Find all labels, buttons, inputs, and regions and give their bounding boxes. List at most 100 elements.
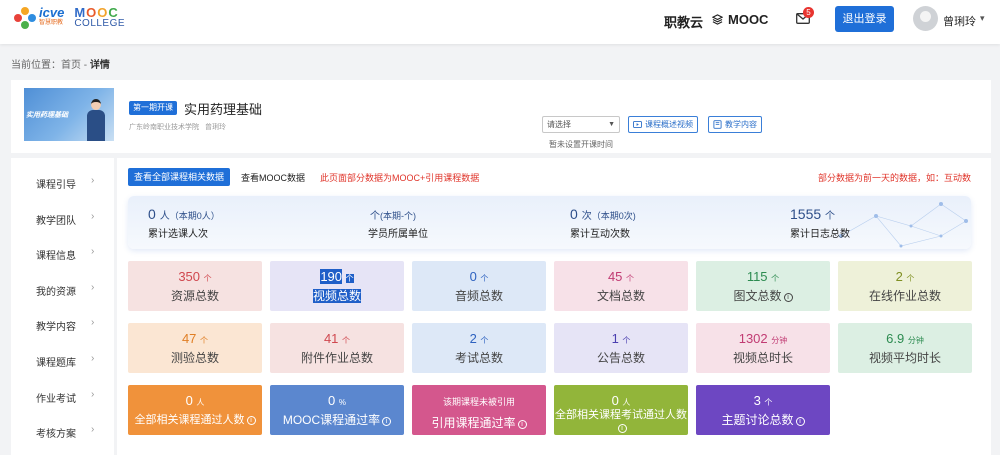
- stat-value: 190: [320, 269, 343, 284]
- nav-mooc[interactable]: MOOC: [712, 12, 768, 27]
- stat-tile[interactable]: 1302 分钟 视频总时长: [696, 323, 830, 373]
- stat-value: 0: [611, 393, 619, 408]
- stat-label-line: 音频总数: [412, 287, 546, 304]
- course-time-status: 暂未设置开课时间: [549, 140, 613, 149]
- data-source-note: 此页面部分数据为MOOC+引用课程数据: [320, 173, 480, 183]
- stat-tile[interactable]: 350 个资源总数: [128, 261, 262, 311]
- stat-tile[interactable]: 2 个考试总数: [412, 323, 546, 373]
- logo-college-text: COLLEGE: [74, 18, 126, 29]
- stat-label: 公告总数: [596, 351, 645, 365]
- sidebar-item-my-resources[interactable]: 我的资源 ›: [11, 279, 114, 299]
- sidebar-item-label: 教学团队: [36, 216, 76, 227]
- sidebar-item-teaching-content[interactable]: 教学内容 ›: [11, 314, 114, 334]
- sidebar-item-label: 课程信息: [36, 251, 76, 262]
- chevron-down-icon[interactable]: ▾: [980, 13, 985, 24]
- stat-value: 3: [753, 393, 761, 408]
- stat-value-line: 1302 分钟: [696, 331, 830, 346]
- sidebar-item-label: 课程题库: [36, 358, 76, 369]
- sidebar-item-assignments-exams[interactable]: 作业考试 ›: [11, 386, 114, 406]
- stat-label-line: 在线作业总数: [838, 287, 972, 304]
- stat-tile[interactable]: 190 个视频总数: [270, 261, 404, 311]
- stat-tile[interactable]: 3 个主题讨论总数 i: [696, 385, 830, 435]
- course-video-label: 课程概述视频: [645, 120, 693, 129]
- stat-tile[interactable]: 0 人全部相关课程考试通过人数 i: [554, 385, 688, 435]
- info-icon[interactable]: i: [783, 293, 793, 302]
- term-select-value: 请选择: [547, 120, 571, 129]
- teacher-figure: [86, 99, 106, 141]
- view-mooc-data-tab[interactable]: 查看MOOC数据: [241, 171, 305, 184]
- stat-tile[interactable]: 45 个文档总数: [554, 261, 688, 311]
- course-header-card: 实用药理基础 第一期开课 实用药理基础 广东岭南职业技术学院 曾琍玲 请选择 ▼…: [11, 80, 991, 153]
- stat-value: 6.9: [886, 331, 905, 346]
- info-icon[interactable]: i: [382, 417, 392, 426]
- info-icon[interactable]: i: [246, 416, 256, 425]
- info-icon[interactable]: i: [517, 420, 527, 429]
- stat-value-line: 该期课程未被引用: [412, 393, 546, 408]
- icve-logo-mark: [14, 7, 36, 29]
- stat-tile[interactable]: 0 % MOOC课程通过率 i: [270, 385, 404, 435]
- breadcrumb: 当前位置：首页 - 详情: [11, 56, 110, 71]
- stat-unit: 个: [622, 336, 631, 345]
- breadcrumb-home[interactable]: 首页: [61, 60, 81, 71]
- chevron-right-icon: ›: [91, 389, 95, 400]
- stat-value: 41: [323, 331, 339, 346]
- stat-tile[interactable]: 该期课程未被引用 引用课程通过率 i: [412, 385, 546, 435]
- stat-value: 350: [178, 269, 201, 284]
- avatar[interactable]: [913, 6, 938, 31]
- mail-count-badge: 5: [803, 7, 814, 18]
- stat-tile[interactable]: 1 个公告总数: [554, 323, 688, 373]
- info-icon[interactable]: i: [617, 424, 627, 433]
- sidebar-item-assessment-plan[interactable]: 考核方案 ›: [11, 421, 114, 441]
- layers-icon: [712, 14, 723, 25]
- stat-value: 2: [895, 269, 903, 284]
- sidebar-item-course-info[interactable]: 课程信息 ›: [11, 243, 114, 263]
- summary-interactions: 0 次（本期0次) 累计互动次数: [570, 206, 750, 240]
- breadcrumb-separator: -: [81, 60, 90, 71]
- stat-tile[interactable]: 0 人全部相关课程通过人数 i: [128, 385, 262, 435]
- stat-label: 附件作业总数: [300, 351, 373, 365]
- summary-value: 1555: [790, 206, 822, 222]
- stat-value-line: 6.9 分钟: [838, 331, 972, 346]
- info-icon[interactable]: i: [795, 417, 805, 426]
- teaching-content-button[interactable]: 教学内容: [708, 116, 762, 133]
- sidebar-item-teaching-team[interactable]: 教学团队 ›: [11, 208, 114, 228]
- stat-unit: 个: [200, 336, 209, 345]
- stat-label: 测验总数: [170, 351, 219, 365]
- term-select[interactable]: 请选择 ▼: [542, 116, 620, 133]
- course-video-button[interactable]: 课程概述视频: [628, 116, 698, 133]
- logo-icve-text: icve: [39, 5, 65, 20]
- stat-value-line: 0 人: [128, 393, 262, 408]
- breadcrumb-current: 详情: [89, 60, 110, 71]
- stat-value-line: 0 个: [412, 269, 546, 284]
- sidebar-item-course-guide[interactable]: 课程引导 ›: [11, 172, 114, 192]
- logo[interactable]: icve 智慧职教 MOOC COLLEGE: [14, 5, 126, 29]
- book-icon: [713, 120, 722, 129]
- stat-value-line: 2 个: [838, 269, 972, 284]
- nav-zhijiaoyun[interactable]: 职教云: [664, 12, 703, 31]
- stat-unit: 分钟: [907, 336, 924, 345]
- stat-value-line: 0 %: [270, 393, 404, 408]
- stat-label: 文档总数: [596, 289, 645, 303]
- logout-button[interactable]: 退出登录: [835, 6, 894, 32]
- summary-unit: 个: [370, 211, 380, 222]
- stat-tile[interactable]: 47 个测验总数: [128, 323, 262, 373]
- stat-value: 115: [746, 269, 768, 284]
- stat-tile[interactable]: 41 个附件作业总数: [270, 323, 404, 373]
- icve-logo: icve 智慧职教: [14, 5, 65, 29]
- breadcrumb-prefix: 当前位置：: [11, 60, 61, 71]
- stat-value: 0: [469, 269, 477, 284]
- course-thumbnail[interactable]: 实用药理基础: [24, 88, 114, 141]
- stat-tile[interactable]: 2 个在线作业总数: [838, 261, 972, 311]
- stat-unit: 个: [626, 274, 635, 283]
- stat-value: 0: [185, 393, 193, 408]
- view-all-data-button[interactable]: 查看全部课程相关数据: [128, 168, 230, 186]
- stat-label-line: 视频总时长: [696, 349, 830, 366]
- stat-label-line: 测验总数: [128, 349, 262, 366]
- username[interactable]: 曾琍玲: [943, 13, 976, 29]
- stat-tile[interactable]: 115 个图文总数 i: [696, 261, 830, 311]
- sidebar-item-question-bank[interactable]: 课程题库 ›: [11, 350, 114, 370]
- stat-unit: 分钟: [771, 336, 788, 345]
- stat-tile[interactable]: 0 个音频总数: [412, 261, 546, 311]
- stat-tile[interactable]: 6.9 分钟 视频平均时长: [838, 323, 972, 373]
- term-badge: 第一期开课: [129, 101, 177, 115]
